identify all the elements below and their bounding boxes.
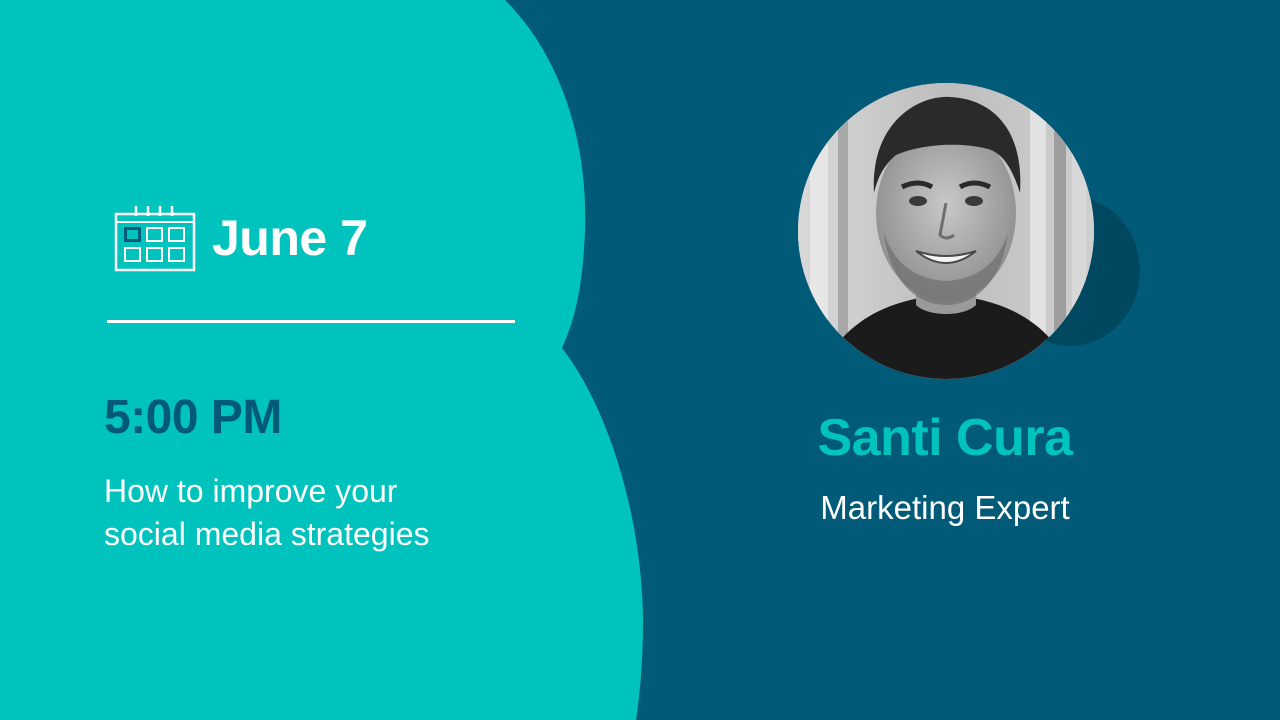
event-date: June 7 bbox=[212, 210, 368, 266]
topic-line-1: How to improve your bbox=[104, 473, 398, 509]
event-topic: How to improve your social media strateg… bbox=[104, 470, 564, 556]
event-slide: June 7 5:00 PM How to improve your socia… bbox=[0, 0, 1280, 720]
topic-line-2: social media strategies bbox=[104, 516, 430, 552]
speaker-name: Santi Cura bbox=[817, 409, 1073, 467]
calendar-icon bbox=[114, 206, 196, 272]
divider-line bbox=[107, 320, 515, 323]
event-time: 5:00 PM bbox=[104, 391, 282, 444]
speaker-avatar bbox=[798, 83, 1094, 379]
teal-background-shape bbox=[0, 0, 643, 720]
speaker-role: Marketing Expert bbox=[820, 489, 1070, 526]
date-row: June 7 bbox=[114, 204, 368, 272]
